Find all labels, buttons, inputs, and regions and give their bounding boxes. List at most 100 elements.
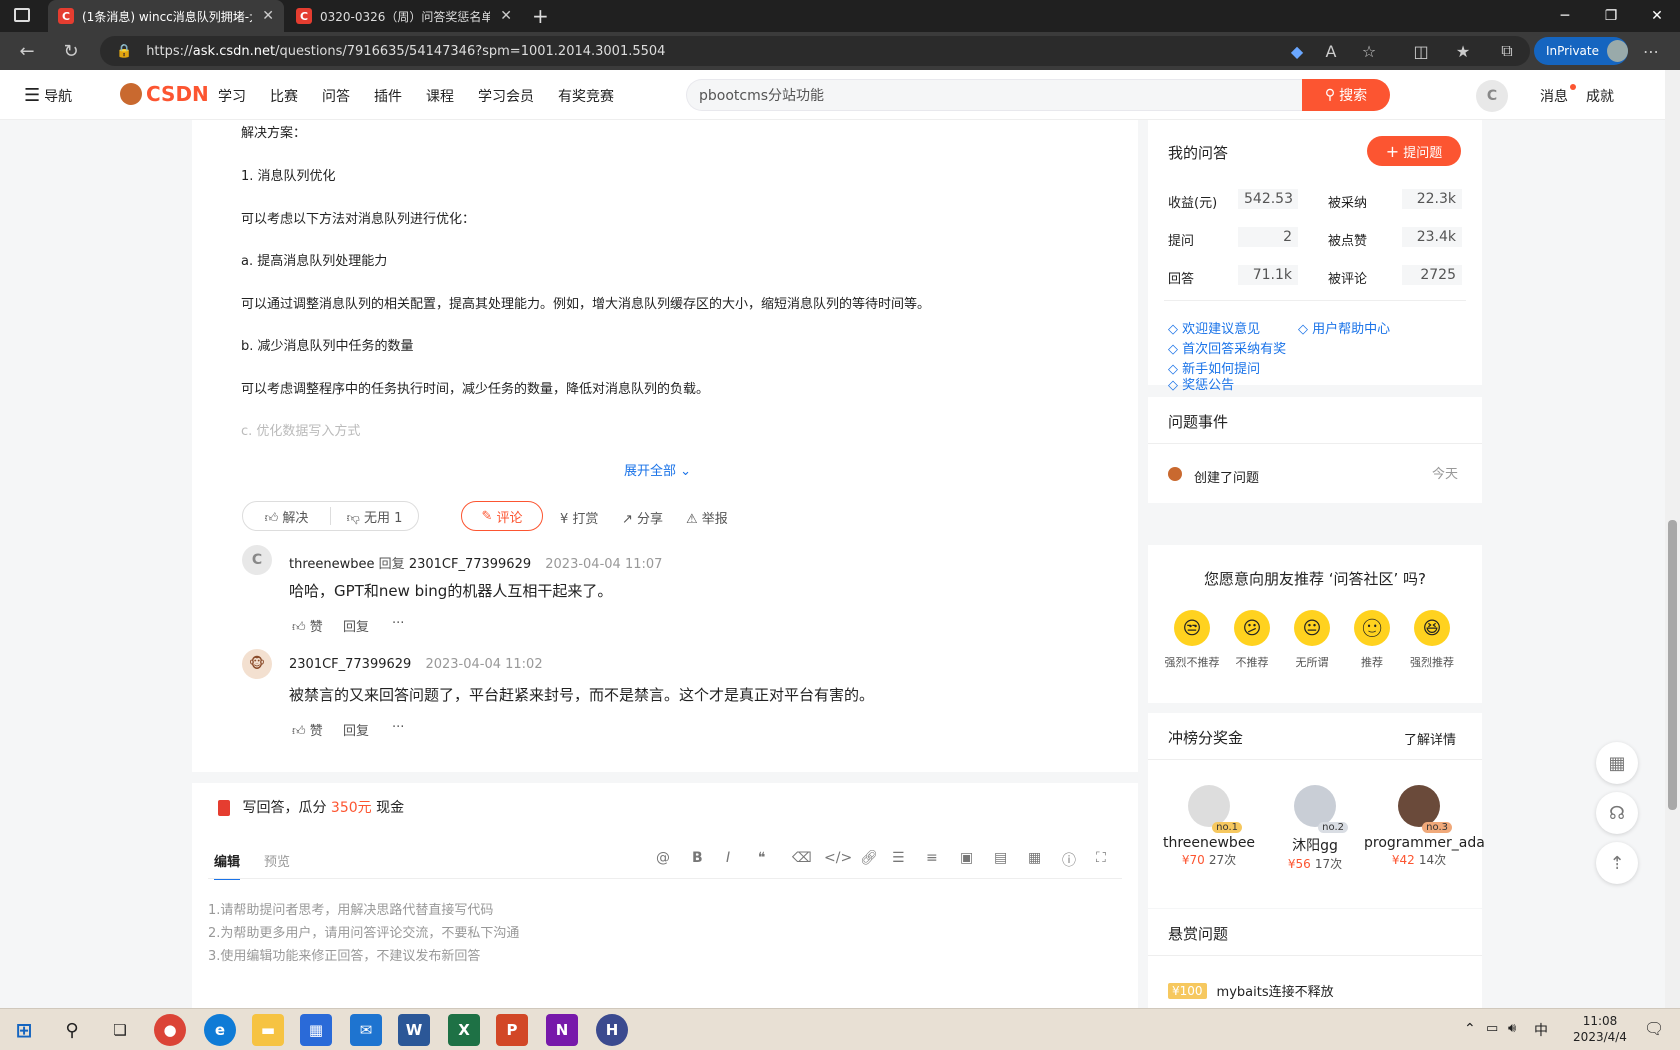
store-icon[interactable]: ▦ (300, 1014, 332, 1046)
clear-format-icon[interactable]: ⌫ (792, 850, 812, 866)
back-arrow-icon[interactable]: ← (12, 37, 42, 65)
nav-item-study[interactable]: 学习 (218, 86, 246, 106)
close-tab-icon[interactable]: ✕ (500, 8, 512, 24)
csdn-logo[interactable]: CSDN (120, 82, 209, 106)
italic-icon[interactable]: I (726, 850, 730, 866)
more-options-icon[interactable]: ··· (392, 616, 404, 631)
nav-menu-button[interactable]: ☰ 导航 (24, 85, 72, 106)
more-options-icon[interactable]: ··· (392, 720, 404, 735)
volume-icon[interactable]: 🔊︎ (1508, 1021, 1516, 1036)
comment-avatar[interactable]: 🐵︎ (242, 649, 272, 679)
fullscreen-icon[interactable]: ⛶ (1096, 850, 1106, 866)
inprivate-badge[interactable]: InPrivate (1534, 37, 1628, 65)
comment-reply-to[interactable]: 2301CF_77399629 (409, 557, 531, 572)
survey-option-3[interactable]: 😐︎ 无所谓 (1282, 610, 1342, 670)
split-screen-icon[interactable]: ◫ (1406, 37, 1436, 65)
clock[interactable]: 11:08 2023/4/4 (1560, 1013, 1640, 1045)
table-icon[interactable]: ▦ (1028, 850, 1041, 866)
survey-option-4[interactable]: 🙂︎ 推荐 (1342, 610, 1402, 670)
nav-item-course[interactable]: 课程 (426, 86, 454, 106)
excel-icon[interactable]: X (448, 1014, 480, 1046)
new-tab-icon[interactable]: + (532, 4, 549, 28)
comment-username[interactable]: threenewbee (289, 557, 375, 572)
survey-option-2[interactable]: 😕︎ 不推荐 (1222, 610, 1282, 670)
qr-code-icon[interactable]: ▦ (1596, 742, 1638, 784)
user-avatar[interactable]: C (1476, 80, 1508, 112)
minimize-icon[interactable]: ─ (1542, 0, 1588, 32)
app-icon[interactable]: H (596, 1014, 628, 1046)
solve-button[interactable]: 👍︎ 解决 (243, 507, 330, 526)
favorites-icon[interactable]: ★ (1448, 37, 1478, 65)
share-button[interactable]: ↗ 分享 (622, 508, 663, 527)
task-view-icon[interactable]: ❏ (104, 1014, 136, 1046)
nav-item-vip[interactable]: 学习会员 (478, 86, 534, 106)
refresh-icon[interactable]: ↻ (56, 37, 86, 65)
tag-icon[interactable]: ◆ (1282, 37, 1312, 65)
reward-button[interactable]: ¥ 打赏 (560, 508, 598, 527)
powerpoint-icon[interactable]: P (496, 1014, 528, 1046)
help-icon[interactable]: ⓘ (1062, 850, 1076, 870)
report-button[interactable]: ⚠ 举报 (686, 508, 728, 527)
nav-item-qa[interactable]: 问答 (322, 86, 350, 106)
tray-chevron-icon[interactable]: ⌃ (1464, 1021, 1476, 1037)
nav-item-prize[interactable]: 有奖竞赛 (558, 86, 614, 106)
useless-button[interactable]: 👎︎ 无用 1 (331, 507, 418, 526)
bounty-item[interactable]: ¥100 mybaits连接不释放 (1168, 981, 1334, 1000)
file-explorer-icon[interactable]: ▬ (252, 1014, 284, 1046)
nav-item-plugin[interactable]: 插件 (374, 86, 402, 106)
like-button[interactable]: 👍︎ 赞 (292, 720, 323, 739)
edge-icon[interactable]: e (204, 1014, 236, 1046)
network-icon[interactable]: ▭ (1486, 1021, 1498, 1036)
onenote-icon[interactable]: N (546, 1014, 578, 1046)
leaderboard-details-link[interactable]: 了解详情 (1404, 729, 1456, 748)
windows-start-icon[interactable]: ⊞ (8, 1014, 40, 1046)
reply-button[interactable]: 回复 (343, 616, 369, 635)
chrome-icon[interactable]: ● (154, 1014, 186, 1046)
comment-avatar[interactable]: C (242, 545, 272, 575)
link-help-center[interactable]: ◇ 用户帮助中心 (1298, 318, 1390, 337)
search-button[interactable]: ⚲ 搜索 (1302, 79, 1390, 111)
link-icon[interactable]: 🔗︎ (860, 850, 878, 866)
leaderboard-rank-3[interactable]: no.3 programmer_ada ¥42 14次 (1364, 785, 1485, 868)
read-aloud-icon[interactable]: A (1316, 37, 1346, 65)
like-button[interactable]: 👍︎ 赞 (292, 616, 323, 635)
tab-actions-icon[interactable] (14, 8, 30, 22)
quote-icon[interactable]: ❝ (758, 850, 766, 866)
image-icon[interactable]: ▣ (960, 850, 973, 866)
achievements-link[interactable]: 成就 (1586, 86, 1614, 106)
ask-question-button[interactable]: + 提问题 (1367, 136, 1461, 166)
code-icon[interactable]: </> (824, 850, 852, 866)
notification-icon[interactable]: 🗨︎ (1644, 1019, 1664, 1038)
word-icon[interactable]: W (398, 1014, 430, 1046)
mail-icon[interactable]: ✉ (350, 1014, 382, 1046)
numbered-list-icon[interactable]: ≡ (926, 850, 938, 866)
survey-option-1[interactable]: 😒︎ 强烈不推荐 (1162, 610, 1222, 670)
close-tab-icon[interactable]: ✕ (262, 8, 274, 24)
more-menu-icon[interactable]: ⋯ (1636, 37, 1666, 65)
headset-icon[interactable]: ☊ (1596, 792, 1638, 834)
comment-button[interactable]: ✎ 评论 (461, 501, 543, 531)
link-first-answer[interactable]: ◇ 首次回答采纳有奖 (1168, 338, 1286, 357)
expand-all-link[interactable]: 展开全部 ⌄ (624, 460, 691, 479)
nav-item-contest[interactable]: 比赛 (270, 86, 298, 106)
browser-tab-2[interactable]: C 0320-0326（周）问答奖惩名单公 ✕ (286, 0, 522, 32)
browser-tab-1[interactable]: C (1条消息) wincc消息队列拥堵-大 ✕ (48, 0, 284, 32)
link-feedback[interactable]: ◇ 欢迎建议意见 (1168, 318, 1260, 337)
comment-username[interactable]: 2301CF_77399629 (289, 657, 411, 672)
search-icon[interactable]: ⚲ (56, 1014, 88, 1046)
leaderboard-rank-2[interactable]: no.2 沐阳gg ¥56 17次 (1260, 785, 1370, 872)
ime-indicator[interactable]: 中 (1534, 1020, 1548, 1040)
search-input[interactable]: pbootcms分站功能 (686, 79, 1304, 111)
restore-icon[interactable]: ❐ (1588, 0, 1634, 32)
add-favorite-icon[interactable]: ☆ (1354, 37, 1384, 65)
template-icon[interactable]: ▤ (994, 850, 1007, 866)
back-to-top-icon[interactable]: ⇡ (1596, 842, 1638, 884)
mention-icon[interactable]: @ (656, 850, 670, 866)
bold-icon[interactable]: B (692, 850, 703, 866)
link-announcements[interactable]: ◇ 奖惩公告 (1168, 374, 1234, 393)
tab-preview[interactable]: 预览 (264, 851, 290, 870)
bullet-list-icon[interactable]: ☰ (892, 850, 905, 866)
reply-button[interactable]: 回复 (343, 720, 369, 739)
leaderboard-rank-1[interactable]: no.1 threenewbee ¥70 27次 (1154, 785, 1264, 868)
close-window-icon[interactable]: ✕ (1634, 0, 1680, 32)
